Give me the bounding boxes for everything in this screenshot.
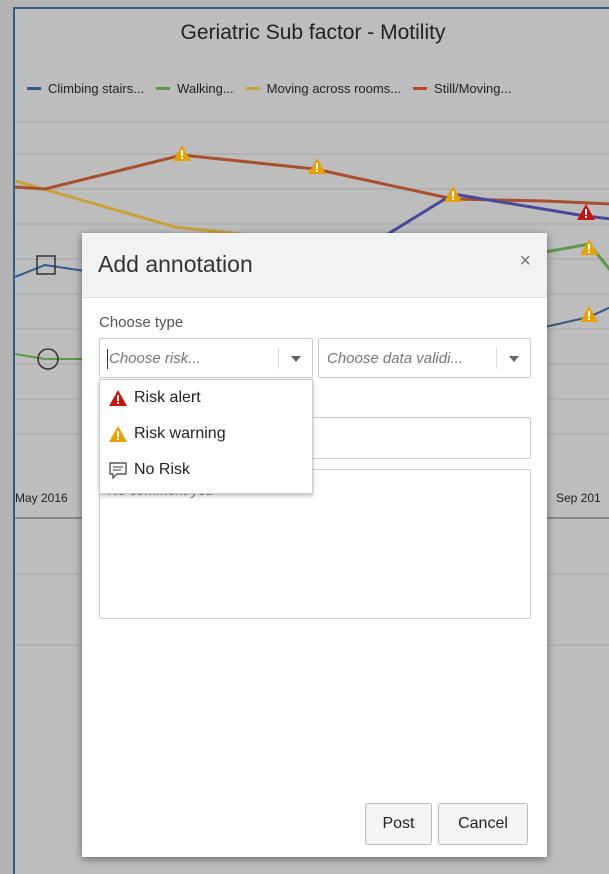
chart-legend: Climbing stairs... Walking... Moving acr… bbox=[27, 81, 511, 96]
menu-item-label: Risk alert bbox=[134, 389, 201, 406]
series-line-climbing-right bbox=[544, 306, 609, 328]
add-annotation-dialog: Add annotation × Choose type Choose risk… bbox=[82, 233, 547, 857]
comment-icon bbox=[109, 462, 127, 479]
chevron-down-icon[interactable] bbox=[496, 347, 530, 369]
x-tick-label: Sep 201 bbox=[556, 491, 601, 505]
post-button[interactable]: Post bbox=[365, 803, 432, 845]
chevron-down-icon[interactable] bbox=[278, 347, 312, 369]
cancel-button[interactable]: Cancel bbox=[438, 803, 528, 845]
x-tick-label: May 2016 bbox=[15, 491, 68, 505]
menu-item-no-risk[interactable]: No Risk bbox=[100, 452, 312, 488]
text-cursor bbox=[107, 349, 108, 369]
legend-label: Walking... bbox=[177, 81, 234, 96]
legend-label: Still/Moving... bbox=[434, 81, 512, 96]
menu-item-risk-alert[interactable]: Risk alert bbox=[100, 380, 312, 416]
dialog-header: Add annotation × bbox=[82, 233, 547, 298]
chart-title: Geriatric Sub factor - Motility bbox=[180, 21, 446, 44]
data-validity-select[interactable]: Choose data validi... bbox=[318, 338, 531, 378]
legend-item-still-moving[interactable]: Still/Moving... bbox=[413, 81, 511, 96]
menu-item-label: No Risk bbox=[134, 461, 191, 478]
data-validity-placeholder: Choose data validi... bbox=[327, 350, 463, 367]
dialog-title: Add annotation bbox=[98, 251, 253, 277]
risk-select-placeholder: Choose risk... bbox=[109, 350, 201, 367]
legend-label: Moving across rooms... bbox=[266, 81, 402, 96]
series-line-still-moving bbox=[15, 153, 609, 206]
risk-warning-marker bbox=[580, 239, 598, 255]
series-line-climbing-left bbox=[15, 263, 86, 278]
choose-type-label: Choose type bbox=[99, 314, 184, 331]
risk-warning-marker bbox=[173, 145, 191, 161]
risk-warning-marker bbox=[308, 158, 326, 174]
risk-alert-marker bbox=[577, 204, 595, 220]
close-button[interactable]: × bbox=[519, 249, 531, 273]
legend-swatch bbox=[27, 87, 41, 90]
legend-swatch bbox=[245, 87, 260, 90]
risk-select[interactable]: Choose risk... bbox=[99, 338, 313, 378]
risk-alert-icon bbox=[109, 390, 127, 406]
legend-item-moving-across-rooms[interactable]: Moving across rooms... bbox=[245, 81, 402, 96]
menu-item-label: Risk warning bbox=[134, 425, 226, 442]
legend-item-walking[interactable]: Walking... bbox=[156, 81, 234, 96]
series-line-walking-left bbox=[15, 353, 85, 360]
legend-swatch bbox=[156, 87, 171, 90]
legend-swatch bbox=[413, 87, 428, 90]
menu-item-risk-warning[interactable]: Risk warning bbox=[100, 416, 312, 452]
legend-item-climbing-stairs[interactable]: Climbing stairs... bbox=[27, 81, 144, 96]
risk-dropdown-menu: Risk alert Risk warning No Risk bbox=[99, 379, 313, 494]
legend-label: Climbing stairs... bbox=[48, 81, 145, 96]
risk-warning-icon bbox=[109, 426, 127, 442]
